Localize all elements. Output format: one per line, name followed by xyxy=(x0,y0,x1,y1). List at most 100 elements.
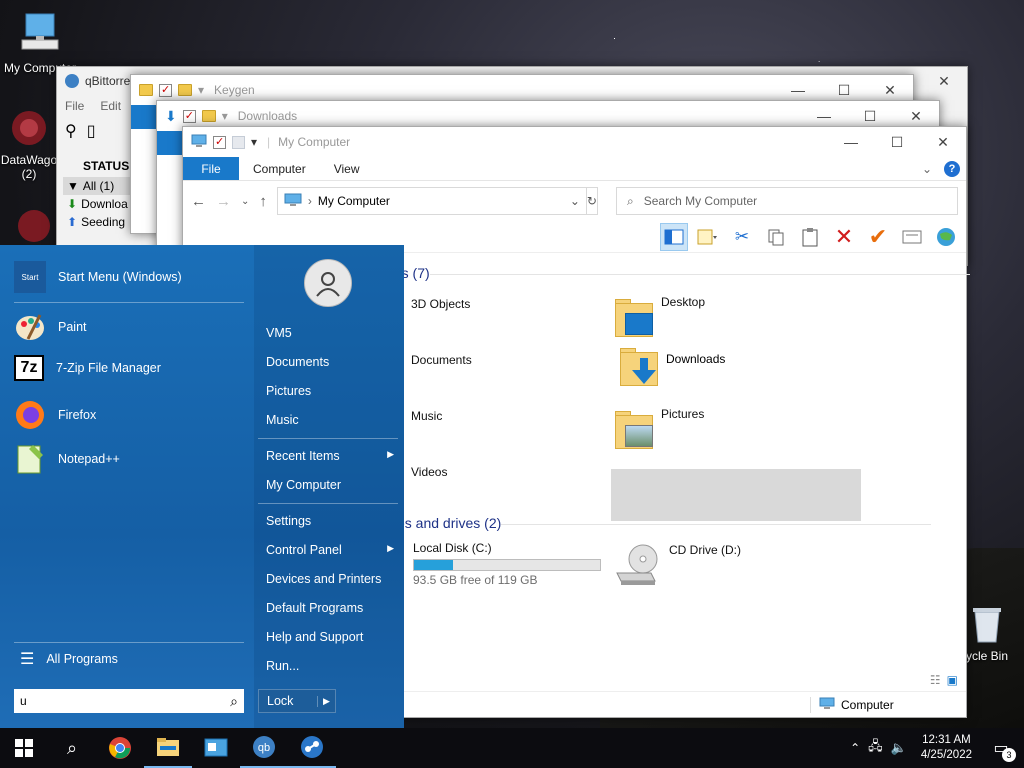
drive-cd-d[interactable]: CD Drive (D:) xyxy=(615,543,835,593)
menu-edit[interactable]: Edit xyxy=(100,99,121,113)
start-right-control-panel[interactable]: Control Panel ▶ xyxy=(266,543,394,557)
file-tab[interactable] xyxy=(157,131,183,155)
maximize-icon[interactable]: ☐ xyxy=(874,127,920,157)
forward-icon[interactable]: → xyxy=(216,193,231,210)
large-icons-view-icon[interactable]: ▣ xyxy=(947,673,958,687)
qbittorrent-icon xyxy=(65,74,79,88)
back-icon[interactable]: ← xyxy=(191,193,206,210)
chevron-down-icon[interactable]: ▾ xyxy=(251,135,257,149)
close-icon[interactable]: ✕ xyxy=(920,127,966,157)
start-right-music[interactable]: Music xyxy=(266,413,394,427)
menu-file[interactable]: File xyxy=(65,99,84,113)
divider xyxy=(258,503,398,504)
start-item-paint[interactable]: Paint xyxy=(14,311,87,343)
desktop-icon-datawago[interactable]: DataWago (2) xyxy=(0,108,64,181)
properties-icon[interactable] xyxy=(159,83,172,97)
filter-seeding[interactable]: ⬆ Seeding xyxy=(63,213,133,231)
chevron-down-icon[interactable]: ⌄ xyxy=(570,194,580,208)
cd-drive-icon xyxy=(615,543,661,590)
folder-downloads-content[interactable]: Downloads xyxy=(620,346,725,386)
drive-local-c[interactable]: Local Disk (C:) 93.5 GB free of 119 GB xyxy=(413,541,643,601)
start-right-devices[interactable]: Devices and Printers xyxy=(266,572,394,586)
start-right-documents[interactable]: Documents xyxy=(266,355,394,369)
start-right-default-programs[interactable]: Default Programs xyxy=(266,601,394,615)
start-right-settings[interactable]: Settings xyxy=(266,514,394,528)
start-right-run[interactable]: Run... xyxy=(266,659,394,673)
tab-file[interactable]: File xyxy=(183,157,239,180)
expand-ribbon-icon[interactable]: ⌄ xyxy=(922,162,932,176)
paste-icon[interactable] xyxy=(796,223,824,251)
start-right-user[interactable]: VM5 xyxy=(266,326,394,340)
tab-view[interactable]: View xyxy=(320,157,374,180)
search-box[interactable]: ⌕ Search My Computer xyxy=(616,187,958,215)
list-icon: ☰ xyxy=(20,651,35,668)
folder-pictures[interactable]: Pictures xyxy=(611,405,861,455)
copy-icon[interactable] xyxy=(762,223,790,251)
clock[interactable]: 12:31 AM 4/25/2022 xyxy=(921,733,972,763)
chevron-right-icon[interactable]: ▶ xyxy=(317,695,335,707)
start-right-help[interactable]: Help and Support xyxy=(266,630,394,644)
group-header-drives[interactable]: es and drives (2) xyxy=(397,515,932,531)
recent-locations-icon[interactable]: ⌄ xyxy=(241,196,249,207)
chevron-down-icon[interactable]: ▾ xyxy=(198,83,204,97)
folder-desktop[interactable]: Desktop xyxy=(611,293,861,343)
start-search-box[interactable]: u ⌕ xyxy=(14,689,244,713)
new-folder-icon[interactable] xyxy=(232,135,245,149)
taskbar-chrome[interactable] xyxy=(96,728,144,768)
start-search-input[interactable]: u xyxy=(20,694,230,708)
network-icon[interactable]: 🖧 xyxy=(868,737,883,759)
close-icon[interactable]: ✕ xyxy=(921,66,967,96)
search-button[interactable]: ⌕ xyxy=(48,728,96,768)
start-menu[interactable]: Start Start Menu (Windows) Paint 7z 7-Zi… xyxy=(0,245,404,728)
folder-downloads[interactable] xyxy=(611,469,861,521)
properties-icon[interactable] xyxy=(213,135,226,149)
desktop-icon-datawago-2[interactable] xyxy=(14,208,54,249)
link-icon[interactable]: ⚲ xyxy=(65,121,77,141)
filter-downloading[interactable]: ⬇ Downloa xyxy=(63,195,133,213)
filter-all[interactable]: ▼ All (1) xyxy=(63,177,133,195)
tab-computer[interactable]: Computer xyxy=(239,157,320,180)
chrome-icon xyxy=(109,737,131,759)
start-right-pictures[interactable]: Pictures xyxy=(266,384,394,398)
notifications-button[interactable]: ▭ 3 xyxy=(986,738,1016,762)
delete-icon[interactable]: ✕ xyxy=(830,223,858,251)
disk-usage-bar xyxy=(413,559,601,571)
start-button[interactable] xyxy=(0,728,48,768)
start-item-notepadpp[interactable]: Notepad++ xyxy=(14,443,120,475)
layout-icon[interactable] xyxy=(694,223,722,251)
search-input[interactable]: Search My Computer xyxy=(644,194,757,208)
start-item-start-menu-windows[interactable]: Start Start Menu (Windows) xyxy=(14,261,182,293)
taskbar-control-panel[interactable] xyxy=(192,728,240,768)
new-folder-icon[interactable] xyxy=(201,110,216,122)
start-item-firefox[interactable]: Firefox xyxy=(14,399,96,431)
details-view-icon[interactable]: ☷ xyxy=(930,673,941,687)
chevron-up-icon[interactable]: ⌃ xyxy=(850,741,860,755)
minimize-icon[interactable]: — xyxy=(828,127,874,157)
chevron-down-icon[interactable]: ▾ xyxy=(222,109,228,123)
properties-icon[interactable] xyxy=(898,223,926,251)
taskbar-network-app[interactable] xyxy=(288,728,336,768)
properties-icon[interactable] xyxy=(182,109,196,123)
all-programs[interactable]: ☰ All Programs xyxy=(20,649,118,669)
file-tab[interactable] xyxy=(131,105,157,129)
cut-icon[interactable]: ✂ xyxy=(728,223,756,251)
refresh-button[interactable]: ↻ xyxy=(585,187,598,215)
lock-button[interactable]: Lock ▶ xyxy=(258,689,336,713)
help-button[interactable]: ? xyxy=(944,160,960,177)
start-right-my-computer[interactable]: My Computer xyxy=(266,478,394,492)
network-globe-icon[interactable] xyxy=(932,223,960,251)
volume-icon[interactable]: 🔈 xyxy=(891,740,907,756)
taskbar-file-explorer[interactable] xyxy=(144,728,192,768)
address-bar[interactable]: › My Computer ⌄ xyxy=(276,187,587,215)
add-file-icon[interactable]: ▯ xyxy=(87,121,96,141)
rename-check-icon[interactable]: ✔ xyxy=(864,223,892,251)
start-item-label: Start Menu (Windows) xyxy=(58,270,182,284)
divider xyxy=(14,302,244,303)
preview-pane-icon[interactable] xyxy=(660,222,688,251)
start-right-recent-items[interactable]: Recent Items ▶ xyxy=(266,449,394,463)
taskbar-qbittorrent[interactable]: qb xyxy=(240,728,288,768)
start-item-7zip[interactable]: 7z 7-Zip File Manager xyxy=(14,355,161,381)
avatar[interactable] xyxy=(304,259,352,307)
up-icon[interactable]: ↑ xyxy=(259,193,267,210)
new-folder-icon[interactable] xyxy=(178,84,192,96)
